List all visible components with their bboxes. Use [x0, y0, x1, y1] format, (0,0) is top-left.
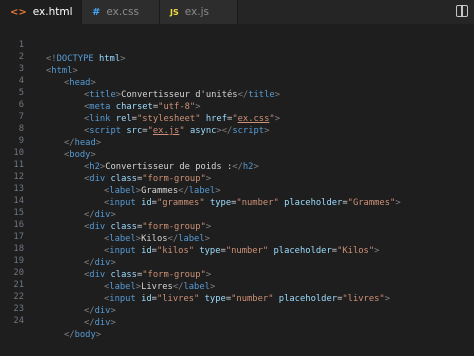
tab-label: ex.html [32, 6, 73, 18]
editor-tab-bar: <> ex.html ✕ # ex.css JS ex.js [0, 0, 474, 24]
line-number: 24 [13, 316, 24, 326]
punct: > [95, 330, 102, 340]
tab-ex-html[interactable]: <> ex.html ✕ [0, 0, 106, 24]
punct: </ [64, 330, 75, 340]
code-text: </body> [64, 328, 101, 342]
code-editor[interactable]: 1 <!DOCTYPE html> 2 <html> 3 <head> 4 <t… [0, 24, 474, 340]
css-file-icon: # [92, 6, 101, 18]
punct: > [110, 318, 116, 328]
tag: body [74, 330, 96, 340]
tab-label: ex.js [184, 6, 209, 18]
tab-label: ex.css [106, 6, 139, 18]
tab-ex-js[interactable]: JS ex.js [160, 0, 238, 24]
html-file-icon: <> [10, 6, 27, 18]
js-file-icon: JS [170, 7, 179, 17]
split-editor-icon[interactable] [456, 5, 468, 17]
tab-ex-css[interactable]: # ex.css [82, 0, 160, 24]
tag: div [94, 318, 111, 328]
punct: </ [84, 318, 95, 328]
